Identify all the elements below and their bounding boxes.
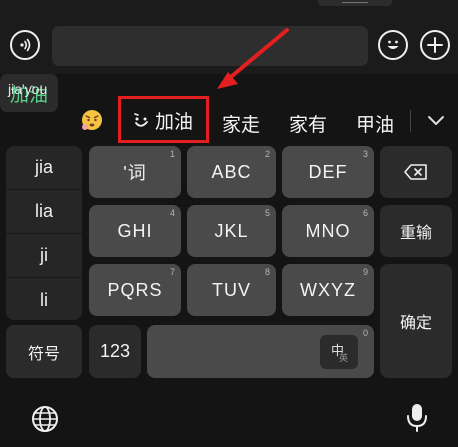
key-digit: 9	[362, 267, 368, 277]
pinyin-option[interactable]: ji	[6, 234, 82, 278]
symbols-button[interactable]: 符号	[6, 325, 82, 378]
key-label: '词	[123, 163, 147, 183]
key-digit: 0	[362, 328, 368, 338]
key-1-word[interactable]: '词 1	[89, 146, 181, 198]
globe-icon[interactable]	[30, 404, 60, 434]
pinyin-option[interactable]: li	[6, 278, 82, 322]
language-toggle[interactable]: 中 英	[320, 335, 358, 369]
key-3-def[interactable]: DEF 3	[282, 146, 374, 198]
key-8-tuv[interactable]: TUV 8	[187, 264, 276, 316]
key-label: JKL	[214, 220, 249, 241]
pinyin-option[interactable]: lia	[6, 190, 82, 234]
key-4-ghi[interactable]: GHI 4	[89, 205, 181, 257]
pinyin-option[interactable]: jia	[6, 146, 82, 190]
backspace-button[interactable]	[380, 146, 452, 198]
reenter-button[interactable]: 重输	[380, 205, 452, 257]
key-digit: 5	[264, 208, 270, 218]
toggle-english: 英	[339, 353, 349, 363]
key-label: DEF	[308, 161, 348, 182]
more-options-button[interactable]	[420, 30, 450, 60]
input-toolbar	[0, 0, 458, 74]
key-label: WXYZ	[300, 279, 356, 300]
confirm-button[interactable]: 确定	[380, 264, 452, 378]
emoji-button[interactable]	[378, 30, 408, 60]
candidate-emoji[interactable]	[80, 108, 104, 132]
key-digit: 7	[169, 267, 175, 277]
key-digit: 6	[362, 208, 368, 218]
backspace-icon	[404, 164, 427, 180]
key-label: GHI	[117, 220, 153, 241]
key-digit: 3	[362, 149, 368, 159]
pinyin-composition: jia'you	[8, 81, 48, 97]
plus-icon	[427, 37, 443, 53]
candidate-divider	[410, 110, 411, 132]
key-9-wxyz[interactable]: WXYZ 9	[282, 264, 374, 316]
highlight-box	[118, 96, 209, 143]
message-input[interactable]	[52, 26, 368, 66]
voice-input-button[interactable]	[10, 30, 40, 60]
key-label: TUV	[212, 279, 251, 300]
key-label: MNO	[305, 220, 351, 241]
candidate-3[interactable]: 家有	[289, 110, 327, 137]
smile-face-icon	[387, 40, 399, 49]
voice-waves-icon	[20, 38, 31, 52]
candidate-4[interactable]: 甲油	[356, 110, 394, 137]
candidate-bar: jia'you 加油 加油 家走 家有 甲油	[0, 74, 458, 144]
key-2-abc[interactable]: ABC 2	[187, 146, 276, 198]
top-handle	[318, 0, 392, 6]
key-digit: 4	[169, 208, 175, 218]
key-digit: 1	[169, 149, 175, 159]
key-6-mno[interactable]: MNO 6	[282, 205, 374, 257]
key-label: ABC	[211, 161, 252, 182]
key-digit: 8	[264, 267, 270, 277]
chevron-down-icon[interactable]	[426, 112, 446, 128]
key-5-jkl[interactable]: JKL 5	[187, 205, 276, 257]
key-digit: 2	[264, 149, 270, 159]
numbers-button[interactable]: 123	[89, 325, 141, 378]
pinyin-list[interactable]: jia lia ji li	[6, 146, 82, 320]
candidate-2[interactable]: 家走	[222, 110, 260, 137]
microphone-icon[interactable]	[402, 402, 432, 432]
key-label: PQRS	[107, 279, 163, 300]
thinking-face-emoji-icon	[82, 110, 102, 130]
key-7-pqrs[interactable]: PQRS 7	[89, 264, 181, 316]
